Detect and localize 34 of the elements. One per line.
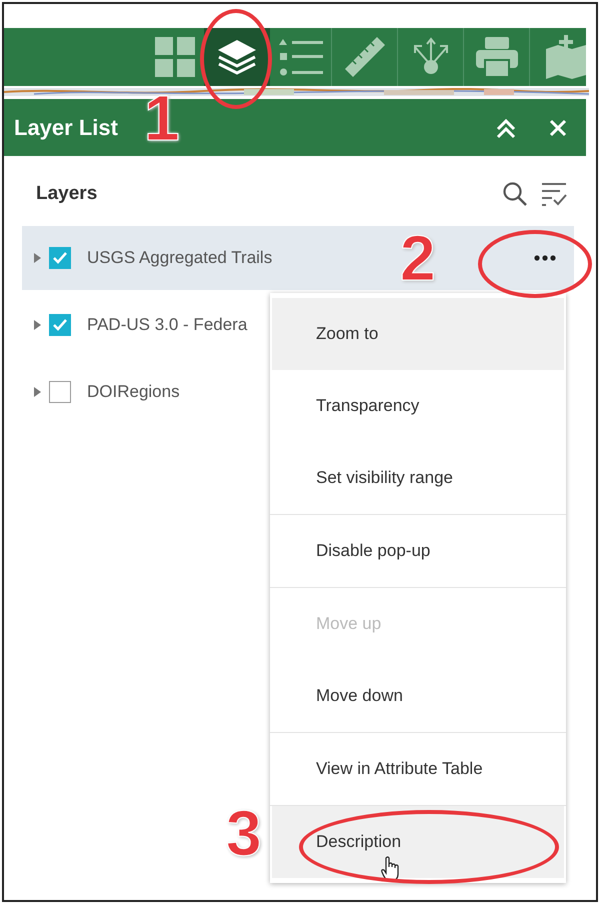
filter-icon[interactable] <box>540 181 568 207</box>
layer-name: USGS Aggregated Trails <box>87 248 272 268</box>
expand-icon[interactable] <box>34 320 41 330</box>
layers-icon <box>216 38 258 76</box>
printer-icon <box>474 36 518 78</box>
check-icon <box>52 318 68 332</box>
layers-heading: Layers <box>36 183 98 205</box>
menu-item[interactable]: View in Attribute Table <box>272 733 564 805</box>
expand-icon[interactable] <box>34 387 41 397</box>
search-icon[interactable] <box>502 181 528 207</box>
checkbox[interactable] <box>49 247 71 269</box>
checkbox[interactable] <box>49 314 71 336</box>
menu-item[interactable]: Move down <box>272 660 564 732</box>
grid-icon <box>153 35 197 79</box>
menu-item[interactable]: Transparency <box>272 370 564 442</box>
collapse-icon[interactable] <box>494 116 518 138</box>
checkbox[interactable] <box>49 381 71 403</box>
annotation-number: 2 <box>400 226 436 290</box>
list-icon <box>278 37 322 77</box>
add-map-icon <box>546 35 586 79</box>
ruler-icon <box>342 35 386 79</box>
layer-name: DOIRegions <box>87 382 180 402</box>
close-icon[interactable] <box>548 118 568 138</box>
panel-title: Layer List <box>14 114 118 140</box>
menu-item[interactable]: Description <box>272 806 564 878</box>
menu-item[interactable]: Zoom to <box>272 298 564 370</box>
menu-item[interactable]: Disable pop-up <box>272 515 564 587</box>
layers-tool-button[interactable] <box>204 28 270 86</box>
layer-name: PAD-US 3.0 - Federa <box>87 315 248 335</box>
expand-icon[interactable] <box>34 253 41 263</box>
menu-item[interactable]: Set visibility range <box>272 442 564 514</box>
ellipsis-icon <box>534 255 556 261</box>
check-icon <box>52 251 68 265</box>
annotation-number: 1 <box>144 86 180 150</box>
